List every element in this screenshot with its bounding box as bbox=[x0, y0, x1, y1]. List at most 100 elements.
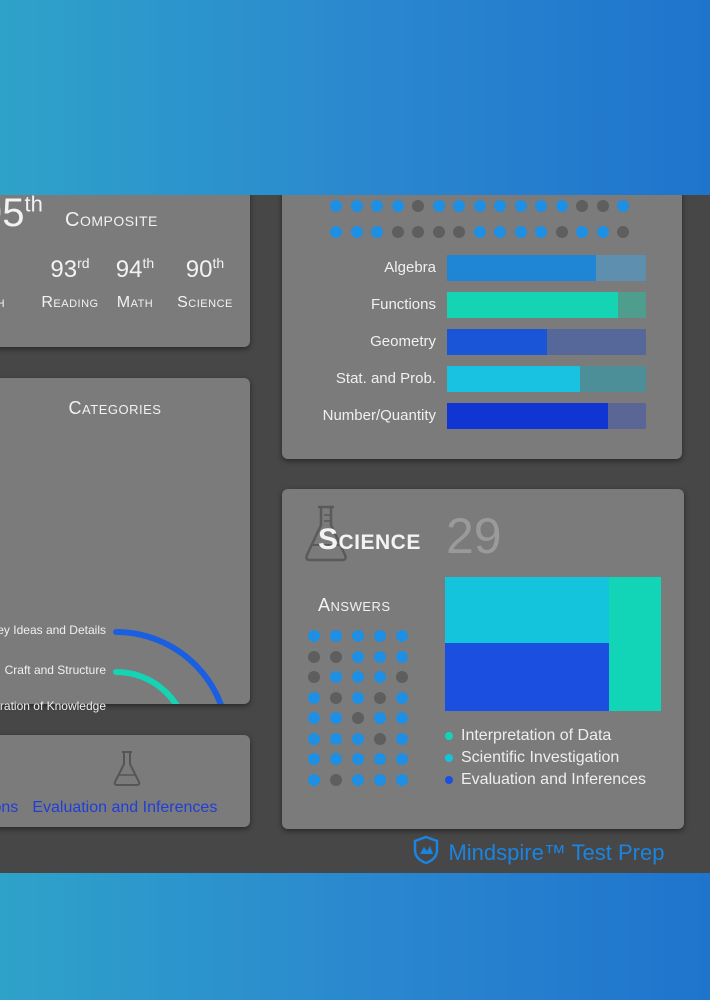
science-answer-dot bbox=[374, 753, 386, 765]
science-treemap bbox=[445, 577, 661, 711]
science-answer-dot bbox=[396, 650, 408, 663]
reading-categories-card: Categories Key Ideas and Details Craft an… bbox=[0, 378, 250, 713]
treemap-interpretation-of-data bbox=[609, 577, 661, 711]
math-answer-dot bbox=[617, 226, 629, 238]
science-answer-dot bbox=[330, 671, 342, 683]
science-answer-dot bbox=[352, 712, 364, 724]
science-answer-dot bbox=[330, 630, 342, 642]
legend-entry: Interpretation of Data bbox=[445, 725, 646, 747]
science-answer-dot bbox=[330, 712, 342, 724]
science-answer-dot bbox=[396, 712, 408, 724]
bar-track bbox=[447, 255, 646, 281]
science-answer-dot bbox=[330, 732, 342, 745]
legend-dot bbox=[445, 731, 453, 740]
math-answer-dot bbox=[330, 226, 342, 238]
science-answer-dot bbox=[352, 671, 364, 683]
legend-dot bbox=[445, 775, 453, 784]
science-answer-dot bbox=[374, 650, 386, 663]
science-answer-dot bbox=[330, 773, 342, 786]
math-suffix: th bbox=[142, 255, 155, 271]
math-answer-dot bbox=[391, 226, 404, 238]
reading-suffix: rd bbox=[77, 255, 90, 271]
math-answer-dot bbox=[330, 200, 342, 212]
math-answer-dots bbox=[330, 200, 630, 240]
legend-entry: Evaluation and Inferences bbox=[445, 769, 646, 791]
science-answer-dot bbox=[374, 732, 386, 745]
treemap-scientific-investigation bbox=[445, 577, 609, 643]
math-label: Math bbox=[116, 294, 154, 311]
answers-label: Answers bbox=[318, 595, 391, 615]
reading-label: Reading bbox=[41, 294, 99, 311]
category-ring bbox=[113, 669, 180, 704]
science-answer-dot bbox=[396, 753, 408, 765]
bar-fill bbox=[447, 403, 609, 429]
subject-score-science: 90th Science bbox=[170, 255, 240, 312]
brand-name: Mindspire™ Test Prep bbox=[448, 839, 665, 865]
science-answer-dot bbox=[308, 671, 320, 683]
dashboard-collage: 95th Composite th English 93rd Reading 9… bbox=[0, 195, 710, 873]
math-answer-dot bbox=[350, 226, 363, 238]
math-answer-dot bbox=[514, 226, 527, 238]
bar-label: Number/Quantity bbox=[322, 407, 436, 424]
science-answer-dot bbox=[308, 712, 320, 724]
legend-label: Evaluation and Inferences bbox=[461, 771, 647, 788]
bar-label: Functions bbox=[370, 296, 436, 313]
math-answer-dot bbox=[555, 226, 568, 238]
flask-icon bbox=[110, 749, 144, 792]
science-answer-dot bbox=[330, 650, 342, 663]
legend-label: Interpretation of Data bbox=[461, 727, 612, 744]
science-answer-dot bbox=[396, 773, 408, 786]
math-answer-dot bbox=[432, 226, 445, 238]
math-answer-dot bbox=[596, 226, 609, 238]
science-answer-dot bbox=[396, 630, 408, 642]
science-answer-dot bbox=[308, 753, 320, 765]
science-answer-dot bbox=[374, 630, 386, 642]
bar-track bbox=[447, 292, 646, 318]
category-rings bbox=[113, 629, 224, 704]
legend-row: Scientific Investigations Evaluation and … bbox=[0, 799, 217, 817]
math-answer-dot bbox=[350, 200, 363, 212]
math-answer-dot bbox=[617, 200, 629, 212]
math-answer-dot bbox=[473, 200, 486, 212]
math-answer-dot bbox=[412, 200, 424, 212]
math-answer-dot bbox=[596, 200, 609, 212]
math-answer-dot bbox=[371, 226, 383, 238]
math-answer-dot bbox=[576, 200, 588, 212]
science-answer-dot bbox=[352, 753, 364, 765]
bar-fill bbox=[447, 292, 619, 318]
science-percentile: 90 bbox=[185, 256, 213, 283]
science-answer-dot bbox=[330, 753, 342, 765]
math-answer-dot bbox=[391, 200, 404, 212]
math-answer-dot bbox=[412, 226, 424, 238]
science-answer-dot bbox=[374, 773, 386, 786]
science-answer-dot bbox=[374, 691, 386, 704]
composite-label: Composite bbox=[65, 209, 158, 231]
science-answer-dot bbox=[308, 650, 320, 663]
science-answer-dot bbox=[396, 732, 408, 745]
bar-label: Geometry bbox=[370, 333, 436, 350]
science-answer-dot bbox=[308, 773, 320, 786]
composite-card: 95th Composite th English 93rd Reading 9… bbox=[0, 195, 250, 347]
subject-score-math: 94th Math bbox=[105, 255, 165, 312]
math-card: Algebra Functions Geometry Stat. and Prob. N… bbox=[282, 195, 682, 459]
science-legend: Interpretation of Data Scientific Invest… bbox=[445, 725, 646, 791]
composite-score-suffix: th bbox=[24, 195, 43, 217]
bar-fill bbox=[447, 329, 547, 355]
composite-score: 95th bbox=[0, 195, 43, 236]
science-answer-dot bbox=[352, 630, 364, 642]
bar-label: Algebra bbox=[384, 259, 436, 276]
math-answer-dot bbox=[535, 226, 547, 238]
science-answer-dot bbox=[396, 691, 408, 704]
science-card: Science 29 Answers Interpretation of Dat… bbox=[282, 489, 684, 829]
bar-track bbox=[447, 403, 646, 429]
science-answer-dot bbox=[352, 732, 364, 745]
science-score: 29 bbox=[446, 508, 502, 564]
math-category-bars: Algebra Functions Geometry Stat. and Prob. N… bbox=[282, 255, 682, 445]
legend-entry: Scientific Investigation bbox=[445, 747, 646, 769]
composite-score-value: 95 bbox=[0, 195, 25, 235]
reading-percentile: 93 bbox=[50, 256, 78, 283]
legend-dot bbox=[445, 753, 453, 762]
science-answer-dots bbox=[308, 630, 418, 800]
science-answer-dot bbox=[352, 773, 364, 786]
math-answer-dot bbox=[432, 200, 445, 212]
